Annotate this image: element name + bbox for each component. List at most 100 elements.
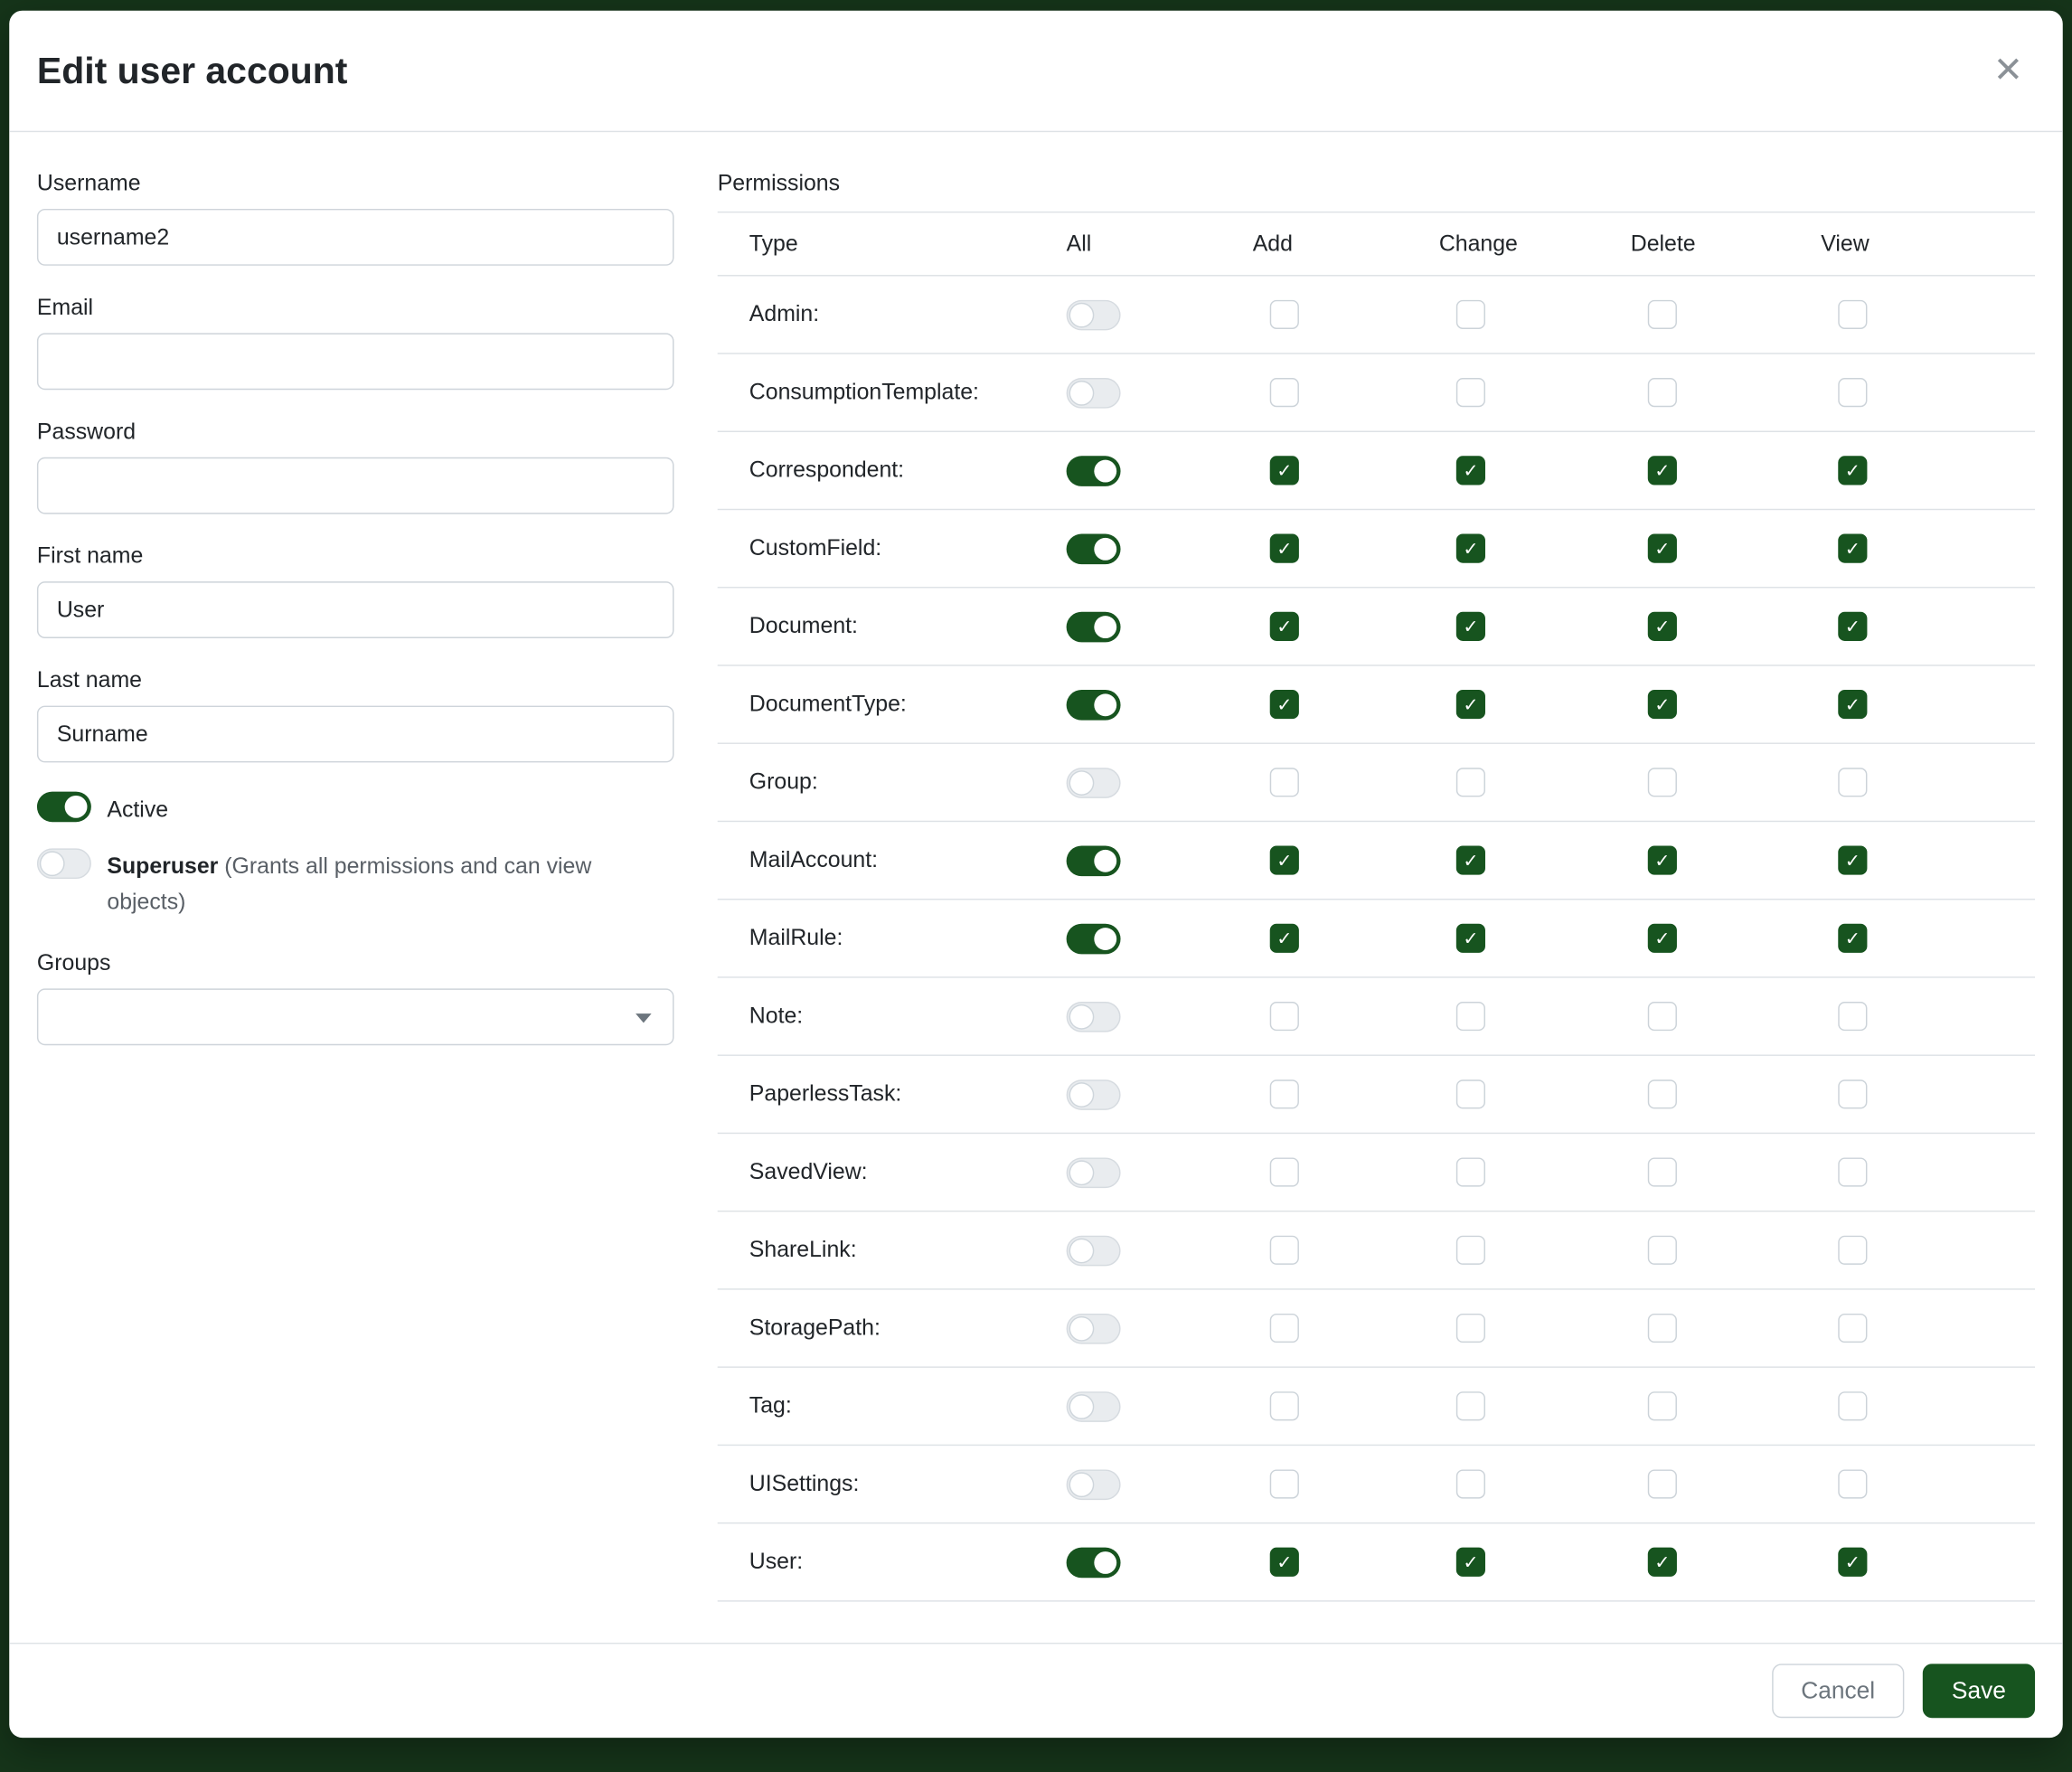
permission-change-checkbox[interactable] bbox=[1456, 1236, 1485, 1265]
groups-select[interactable] bbox=[37, 988, 674, 1045]
permission-delete-checkbox[interactable] bbox=[1648, 1469, 1677, 1498]
permission-add-checkbox[interactable] bbox=[1270, 1391, 1299, 1420]
permission-change-checkbox[interactable]: ✓ bbox=[1456, 924, 1485, 953]
permission-view-checkbox[interactable]: ✓ bbox=[1838, 456, 1867, 485]
permission-all-toggle[interactable] bbox=[1067, 1079, 1121, 1110]
permission-all-toggle[interactable] bbox=[1067, 377, 1121, 408]
permission-view-checkbox[interactable] bbox=[1838, 300, 1867, 329]
permission-change-checkbox[interactable] bbox=[1456, 1469, 1485, 1498]
permission-change-checkbox[interactable] bbox=[1456, 1002, 1485, 1031]
permission-all-toggle[interactable] bbox=[1067, 689, 1121, 720]
permission-add-checkbox[interactable]: ✓ bbox=[1270, 612, 1299, 641]
permission-view-checkbox[interactable] bbox=[1838, 1002, 1867, 1031]
permission-add-checkbox[interactable] bbox=[1270, 768, 1299, 796]
permission-all-toggle[interactable] bbox=[1067, 456, 1121, 486]
permission-add-checkbox[interactable]: ✓ bbox=[1270, 456, 1299, 485]
permission-change-checkbox[interactable] bbox=[1456, 378, 1485, 407]
permission-change-checkbox[interactable] bbox=[1456, 1391, 1485, 1420]
permission-view-checkbox[interactable]: ✓ bbox=[1838, 1548, 1867, 1577]
permission-add-checkbox[interactable]: ✓ bbox=[1270, 1548, 1299, 1577]
permission-delete-checkbox[interactable]: ✓ bbox=[1648, 612, 1677, 641]
permission-view-checkbox[interactable]: ✓ bbox=[1838, 924, 1867, 953]
active-label: Active bbox=[107, 796, 168, 822]
permission-delete-checkbox[interactable]: ✓ bbox=[1648, 456, 1677, 485]
close-icon[interactable]: ✕ bbox=[1988, 48, 2029, 94]
permission-add-checkbox[interactable] bbox=[1270, 1002, 1299, 1031]
column-header-change: Change bbox=[1408, 231, 1599, 257]
permission-delete-checkbox[interactable]: ✓ bbox=[1648, 846, 1677, 875]
permission-view-checkbox[interactable] bbox=[1838, 1079, 1867, 1108]
permission-change-checkbox[interactable] bbox=[1456, 1079, 1485, 1108]
save-button[interactable]: Save bbox=[1923, 1664, 2035, 1718]
permission-view-checkbox[interactable] bbox=[1838, 1157, 1867, 1186]
permission-all-toggle[interactable] bbox=[1067, 845, 1121, 876]
permission-add-checkbox[interactable] bbox=[1270, 1314, 1299, 1343]
permission-add-checkbox[interactable] bbox=[1270, 1157, 1299, 1186]
permission-delete-checkbox[interactable] bbox=[1648, 768, 1677, 796]
permission-view-checkbox[interactable]: ✓ bbox=[1838, 846, 1867, 875]
permission-all-toggle[interactable] bbox=[1067, 1547, 1121, 1578]
permission-change-checkbox[interactable] bbox=[1456, 1157, 1485, 1186]
permission-delete-checkbox[interactable]: ✓ bbox=[1648, 534, 1677, 563]
permission-add-checkbox[interactable]: ✓ bbox=[1270, 846, 1299, 875]
permission-all-toggle[interactable] bbox=[1067, 1469, 1121, 1500]
permission-view-checkbox[interactable]: ✓ bbox=[1838, 690, 1867, 719]
first-name-input[interactable] bbox=[37, 581, 674, 638]
permission-all-toggle[interactable] bbox=[1067, 768, 1121, 798]
permission-all-toggle[interactable] bbox=[1067, 299, 1121, 330]
permission-delete-checkbox[interactable] bbox=[1648, 1391, 1677, 1420]
permission-all-toggle[interactable] bbox=[1067, 1157, 1121, 1188]
permission-view-checkbox[interactable] bbox=[1838, 768, 1867, 796]
permission-view-checkbox[interactable]: ✓ bbox=[1838, 612, 1867, 641]
permission-change-checkbox[interactable]: ✓ bbox=[1456, 456, 1485, 485]
permission-delete-checkbox[interactable] bbox=[1648, 1157, 1677, 1186]
permission-all-toggle[interactable] bbox=[1067, 1235, 1121, 1266]
permission-view-checkbox[interactable] bbox=[1838, 378, 1867, 407]
username-input[interactable] bbox=[37, 209, 674, 266]
superuser-toggle[interactable] bbox=[37, 849, 91, 880]
permission-add-checkbox[interactable] bbox=[1270, 1079, 1299, 1108]
permission-delete-checkbox[interactable]: ✓ bbox=[1648, 690, 1677, 719]
permission-all-toggle[interactable] bbox=[1067, 1313, 1121, 1343]
permission-view-checkbox[interactable] bbox=[1838, 1314, 1867, 1343]
permission-change-checkbox[interactable]: ✓ bbox=[1456, 690, 1485, 719]
permission-add-checkbox[interactable] bbox=[1270, 1236, 1299, 1265]
permission-change-checkbox[interactable]: ✓ bbox=[1456, 534, 1485, 563]
permission-delete-checkbox[interactable]: ✓ bbox=[1648, 924, 1677, 953]
permission-all-toggle[interactable] bbox=[1067, 1001, 1121, 1032]
permission-change-checkbox[interactable]: ✓ bbox=[1456, 846, 1485, 875]
permission-change-checkbox[interactable]: ✓ bbox=[1456, 1548, 1485, 1577]
permission-all-toggle[interactable] bbox=[1067, 533, 1121, 564]
permission-all-toggle[interactable] bbox=[1067, 923, 1121, 954]
permission-add-checkbox[interactable] bbox=[1270, 1469, 1299, 1498]
permission-view-checkbox[interactable] bbox=[1838, 1391, 1867, 1420]
last-name-input[interactable] bbox=[37, 706, 674, 763]
permission-add-checkbox[interactable]: ✓ bbox=[1270, 534, 1299, 563]
active-toggle[interactable] bbox=[37, 792, 91, 823]
permission-delete-checkbox[interactable] bbox=[1648, 1236, 1677, 1265]
permission-change-checkbox[interactable] bbox=[1456, 1314, 1485, 1343]
permission-all-toggle[interactable] bbox=[1067, 1390, 1121, 1421]
permission-change-checkbox[interactable] bbox=[1456, 300, 1485, 329]
permission-type-label: StoragePath: bbox=[718, 1315, 1035, 1341]
permission-change-checkbox[interactable] bbox=[1456, 768, 1485, 796]
permission-add-checkbox[interactable]: ✓ bbox=[1270, 690, 1299, 719]
permission-add-checkbox[interactable] bbox=[1270, 378, 1299, 407]
permission-delete-checkbox[interactable] bbox=[1648, 1314, 1677, 1343]
permission-view-checkbox[interactable] bbox=[1838, 1236, 1867, 1265]
password-input[interactable] bbox=[37, 457, 674, 514]
active-switch-row: Active bbox=[37, 792, 674, 828]
cancel-button[interactable]: Cancel bbox=[1772, 1664, 1904, 1718]
permission-add-checkbox[interactable] bbox=[1270, 300, 1299, 329]
permission-view-checkbox[interactable]: ✓ bbox=[1838, 534, 1867, 563]
permission-add-checkbox[interactable]: ✓ bbox=[1270, 924, 1299, 953]
permission-change-checkbox[interactable]: ✓ bbox=[1456, 612, 1485, 641]
permission-delete-checkbox[interactable] bbox=[1648, 378, 1677, 407]
permission-delete-checkbox[interactable]: ✓ bbox=[1648, 1548, 1677, 1577]
permission-view-checkbox[interactable] bbox=[1838, 1469, 1867, 1498]
permission-all-toggle[interactable] bbox=[1067, 611, 1121, 642]
permission-delete-checkbox[interactable] bbox=[1648, 300, 1677, 329]
permission-delete-checkbox[interactable] bbox=[1648, 1002, 1677, 1031]
email-input[interactable] bbox=[37, 333, 674, 390]
permission-delete-checkbox[interactable] bbox=[1648, 1079, 1677, 1108]
